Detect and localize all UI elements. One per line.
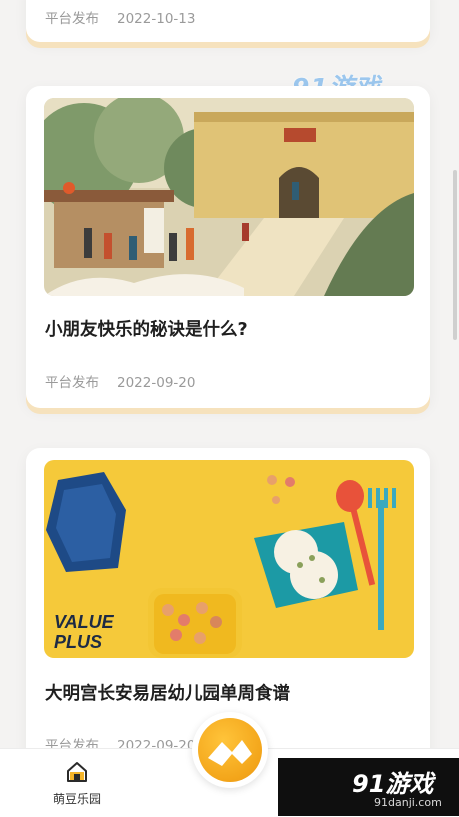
article-image: VALUE PLUS [44, 460, 414, 658]
article-image [44, 98, 414, 296]
article-publisher: 平台发布 [45, 375, 99, 391]
home-icon [66, 761, 88, 783]
image-text-value: VALUE [54, 612, 115, 632]
article-publisher: 平台发布 [45, 11, 99, 27]
article-title[interactable]: 大明宫长安易居幼儿园单周食谱 [45, 680, 290, 705]
watermark-brand: 91游戏 [352, 770, 434, 798]
center-logo-button[interactable] [192, 712, 268, 788]
app-logo-icon [198, 718, 262, 782]
article-date: 2022-10-13 [117, 11, 196, 27]
article-meta: 平台发布 2022-09-20 [45, 371, 195, 391]
nav-item-home[interactable]: 萌豆乐园 [48, 761, 106, 807]
nav-item-home-label: 萌豆乐园 [52, 792, 101, 806]
scrollbar[interactable] [453, 170, 457, 340]
watermark-domain: 91danji.com [374, 796, 442, 809]
watermark-banner: 91游戏 91danji.com [278, 758, 459, 816]
article-card[interactable]: 平台发布 2022-10-13 [26, 0, 430, 42]
article-meta: 平台发布 2022-10-13 [45, 7, 195, 27]
article-title[interactable]: 小朋友快乐的秘诀是什么? [45, 316, 248, 341]
article-date: 2022-09-20 [117, 375, 196, 391]
image-text-plus: PLUS [54, 632, 102, 652]
article-card[interactable]: 小朋友快乐的秘诀是什么? 平台发布 2022-09-20 [26, 86, 430, 408]
